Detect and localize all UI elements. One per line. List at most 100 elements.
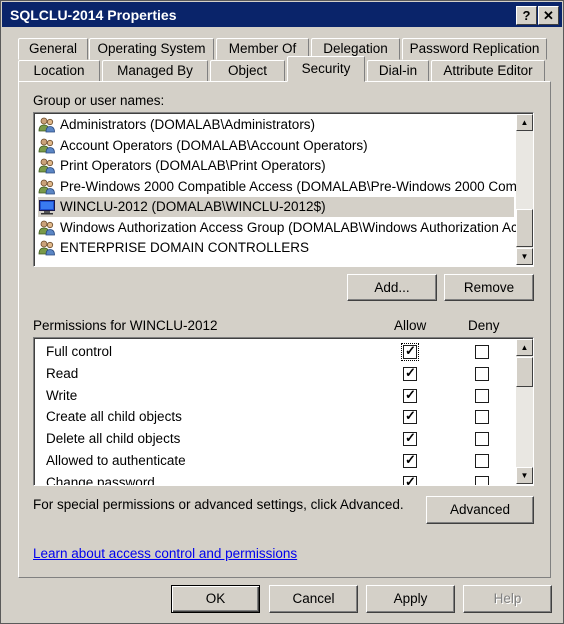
check-icon: ✓ [405, 473, 416, 486]
group-list-scrollbar[interactable]: ▲ ▼ [516, 114, 533, 265]
check-icon: ✓ [405, 364, 416, 380]
scroll-up-button[interactable]: ▲ [516, 114, 533, 131]
deny-checkbox[interactable] [475, 475, 489, 485]
tab-label: Delegation [323, 41, 388, 56]
list-item-label: Account Operators (DOMALAB\Account Opera… [60, 137, 368, 153]
permission-name: Delete all child objects [46, 431, 181, 447]
tab-location[interactable]: Location [18, 60, 100, 82]
users-icon [38, 158, 56, 174]
deny-checkbox[interactable] [475, 345, 489, 359]
tab-object[interactable]: Object [210, 60, 285, 82]
add-button[interactable]: Add... [347, 274, 437, 301]
list-item-label: Windows Authorization Access Group (DOMA… [60, 219, 529, 235]
scroll-down-icon: ▼ [520, 252, 529, 261]
permissions-scrollbar[interactable]: ▲ ▼ [516, 339, 533, 484]
list-item-label: Administrators (DOMALAB\Administrators) [60, 117, 316, 132]
list-item[interactable]: WINCLU-2012 (DOMALAB\WINCLU-2012$) [38, 197, 514, 217]
list-item[interactable]: Print Operators (DOMALAB\Print Operators… [38, 156, 514, 176]
scroll-thumb[interactable] [516, 209, 533, 247]
security-tab-panel: Group or user names: Administrators (DOM… [18, 81, 551, 578]
cancel-button[interactable]: Cancel [269, 585, 358, 613]
title-bar[interactable]: SQLCLU-2014 Properties ? ✕ [2, 2, 562, 27]
allow-checkbox[interactable]: ✓ [403, 431, 417, 447]
users-icon [38, 179, 56, 195]
list-item[interactable]: Administrators (DOMALAB\Administrators) [38, 115, 514, 135]
close-title-button[interactable]: ✕ [538, 6, 559, 25]
learn-more-link[interactable]: Learn about access control and permissio… [33, 546, 297, 561]
allow-checkbox[interactable]: ✓ [403, 386, 417, 403]
tab-label: Managed By [117, 63, 193, 78]
tab-label: Attribute Editor [443, 63, 533, 78]
perm-scroll-down-button[interactable]: ▼ [516, 467, 533, 484]
permissions-list[interactable]: Full control ✓ Read ✓ Write ✓ Create all child… [33, 337, 534, 486]
list-item-label: Pre-Windows 2000 Compatible Access (DOMA… [60, 178, 534, 194]
perm-scroll-up-button[interactable]: ▲ [516, 339, 533, 356]
table-row: Delete all child objects ✓ [34, 430, 514, 450]
advanced-button[interactable]: Advanced [426, 496, 534, 524]
permission-name: Full control [46, 344, 113, 359]
allow-checkbox[interactable]: ✓ [403, 453, 417, 468]
allow-checkbox[interactable]: ✓ [403, 364, 417, 381]
deny-header: Deny [468, 318, 500, 333]
permissions-header: Permissions for WINCLU-2012 [33, 318, 218, 333]
users-icon [38, 240, 56, 256]
perm-scroll-thumb[interactable] [516, 357, 533, 387]
properties-window: SQLCLU-2014 Properties ? ✕ General Operat… [0, 0, 564, 624]
ok-button[interactable]: OK [171, 585, 260, 613]
list-item[interactable]: Account Operators (DOMALAB\Account Opera… [38, 136, 514, 156]
tab-label: Member Of [228, 41, 297, 56]
table-row: Create all child objects ✓ [34, 408, 514, 428]
window-title: SQLCLU-2014 Properties [10, 7, 177, 23]
permission-name: Create all child objects [46, 409, 182, 425]
deny-checkbox[interactable] [475, 366, 489, 381]
permission-name: Change password [46, 474, 155, 486]
list-item-label: ENTERPRISE DOMAIN CONTROLLERS [60, 240, 310, 255]
tab-label: Dial-in [378, 63, 418, 78]
tab-security[interactable]: Security [287, 56, 365, 82]
allow-checkbox[interactable]: ✓ [401, 343, 419, 361]
help-icon: ? [522, 8, 531, 23]
remove-button[interactable]: Remove [444, 274, 534, 301]
tab-label: Password Replication [409, 41, 540, 56]
tab-label: General [28, 41, 78, 56]
list-item[interactable]: ENTERPRISE DOMAIN CONTROLLERS [38, 238, 514, 258]
computer-icon [38, 199, 56, 215]
group-label: Group or user names: [33, 93, 165, 108]
special-permissions-text: For special permissions or advanced sett… [33, 497, 404, 512]
allow-checkbox[interactable]: ✓ [403, 473, 417, 486]
apply-button[interactable]: Apply [366, 585, 455, 613]
permission-name: Write [46, 387, 78, 403]
permission-name: Read [46, 365, 79, 381]
tab-attribute-editor[interactable]: Attribute Editor [431, 60, 545, 82]
tab-label: Object [227, 63, 268, 78]
tab-general[interactable]: General [18, 38, 88, 60]
list-item[interactable]: Pre-Windows 2000 Compatible Access (DOMA… [38, 177, 533, 197]
scroll-down-button[interactable]: ▼ [516, 248, 533, 265]
allow-checkbox[interactable]: ✓ [403, 409, 417, 425]
list-item-label: WINCLU-2012 (DOMALAB\WINCLU-2012$) [60, 199, 326, 214]
deny-checkbox[interactable] [475, 454, 489, 468]
tab-password-replication[interactable]: Password Replication [402, 38, 547, 60]
table-row: Change password ✓ [34, 473, 514, 486]
close-icon: ✕ [543, 8, 554, 23]
table-row: Full control ✓ [34, 343, 514, 363]
tab-label: Security [301, 61, 351, 76]
tab-operating-system[interactable]: Operating System [89, 38, 214, 60]
list-item[interactable]: Windows Authorization Access Group (DOMA… [38, 218, 529, 238]
tab-label: Location [33, 63, 85, 78]
users-icon [38, 138, 56, 154]
users-icon [38, 220, 56, 236]
tab-managed-by[interactable]: Managed By [102, 60, 208, 82]
permission-name: Allowed to authenticate [46, 453, 186, 468]
help-button[interactable]: Help [463, 585, 552, 613]
deny-checkbox[interactable] [475, 432, 489, 447]
deny-checkbox[interactable] [475, 410, 489, 425]
help-title-button[interactable]: ? [516, 6, 537, 25]
table-row: Write ✓ [34, 387, 514, 407]
scroll-up-icon: ▲ [520, 343, 529, 352]
check-icon: ✓ [405, 386, 416, 402]
group-user-list[interactable]: Administrators (DOMALAB\Administrators) A… [33, 112, 534, 267]
deny-checkbox[interactable] [475, 388, 489, 403]
tab-dial-in[interactable]: Dial-in [367, 60, 429, 82]
scroll-down-icon: ▼ [520, 471, 529, 480]
